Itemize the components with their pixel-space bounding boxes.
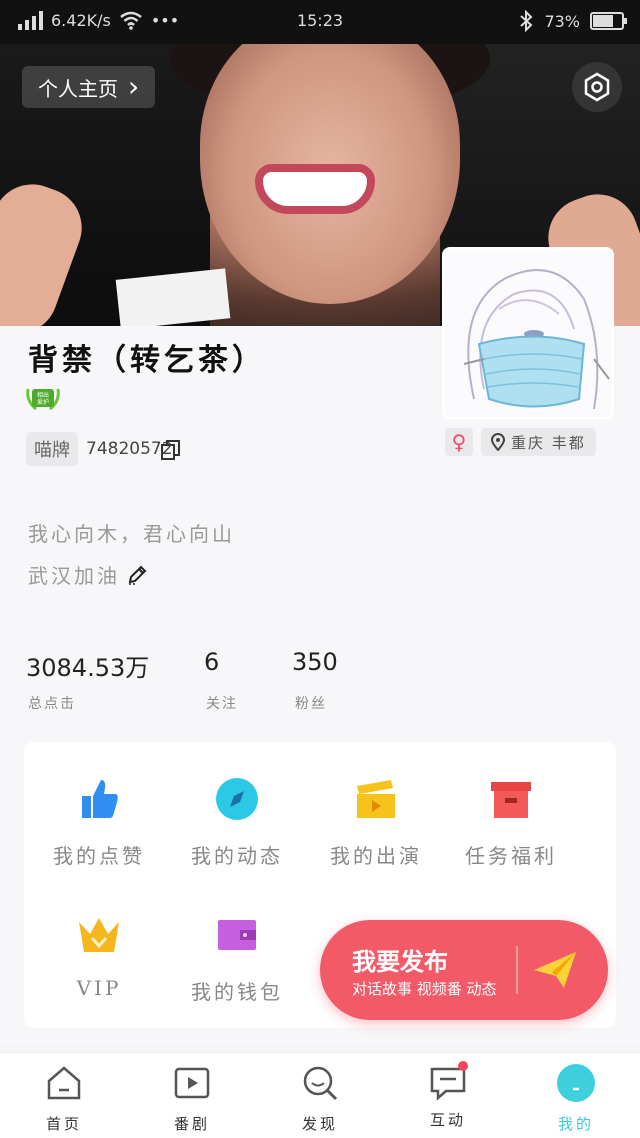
publish-divider xyxy=(516,946,518,994)
stat-following-value[interactable]: 6 xyxy=(204,648,219,676)
bio-text: 武汉加油 xyxy=(28,564,120,588)
grid-item-performances[interactable]: 我的出演 xyxy=(301,776,451,869)
grid-label: 任务福利 xyxy=(465,844,557,868)
tab-label: 互动 xyxy=(429,1111,466,1129)
grid-item-likes[interactable]: 我的点赞 xyxy=(24,776,174,869)
battery-percent: 73% xyxy=(544,11,580,31)
personal-homepage-button[interactable]: 个人主页 › xyxy=(22,66,156,108)
female-icon: ♀ xyxy=(451,430,467,454)
stat-fans-label: 粉丝 xyxy=(295,696,327,712)
laurel-badge-icon: 相出 爱护 xyxy=(26,388,60,411)
homepage-label: 个人主页 xyxy=(38,76,118,101)
tab-discover[interactable]: 发现 xyxy=(270,1063,370,1134)
play-icon xyxy=(174,1067,210,1099)
avatar[interactable] xyxy=(442,247,614,419)
settings-hexagon-icon xyxy=(584,72,610,102)
grid-label: 我的钱包 xyxy=(191,980,283,1004)
tab-label: 我的 xyxy=(557,1115,594,1133)
publish-subtitle: 对话故事 视频番 动态 xyxy=(352,980,497,998)
grid-item-vip[interactable]: VIP xyxy=(24,912,174,1000)
grid-label: 我的点赞 xyxy=(53,844,145,868)
chevron-right-icon: › xyxy=(128,70,140,103)
paper-plane-icon xyxy=(534,952,576,988)
stat-following-label: 关注 xyxy=(206,696,238,712)
tab-label: 发现 xyxy=(301,1115,338,1133)
notification-dot xyxy=(458,1061,468,1071)
nickname: 背禁（转乞茶） xyxy=(28,343,266,378)
tab-interaction[interactable]: 互动 xyxy=(398,1061,498,1130)
grid-label: VIP xyxy=(76,976,122,1000)
bio-line-2: 武汉加油 xyxy=(28,560,148,589)
grid-label: 我的出演 xyxy=(330,844,422,868)
crown-icon xyxy=(79,918,119,952)
badge-line2: 爱护 xyxy=(37,398,49,406)
stat-total-clicks-label: 总点击 xyxy=(28,696,76,712)
tab-anime[interactable]: 番剧 xyxy=(142,1063,242,1134)
clapperboard-icon xyxy=(357,780,395,818)
home-icon xyxy=(47,1066,81,1100)
gift-box-icon xyxy=(491,782,531,818)
tab-label: 番剧 xyxy=(173,1115,210,1133)
location-text: 重庆 丰都 xyxy=(511,433,586,452)
badge-line1: 相出 xyxy=(37,391,49,399)
grid-item-wallet[interactable]: 我的钱包 xyxy=(162,912,312,1005)
compass-icon xyxy=(216,778,258,820)
stat-fans-value[interactable]: 350 xyxy=(292,648,338,676)
id-tag: 喵牌 xyxy=(26,432,78,466)
status-bar: 6.42K/s ••• 15:23 73% xyxy=(0,0,640,44)
grid-item-activity[interactable]: 我的动态 xyxy=(162,776,312,869)
bio-line-1: 我心向木，君心向山 xyxy=(28,522,235,546)
search-icon xyxy=(303,1066,338,1101)
copy-icon[interactable] xyxy=(160,439,182,461)
location-tag: 重庆 丰都 xyxy=(481,428,596,456)
publish-button[interactable]: 我要发布 对话故事 视频番 动态 xyxy=(320,920,608,1020)
location-pin-icon xyxy=(491,433,505,451)
bluetooth-icon xyxy=(520,10,533,32)
edit-pencil-icon[interactable] xyxy=(126,564,148,586)
gender-tag: ♀ xyxy=(445,428,473,456)
tab-me[interactable]: 我的 xyxy=(526,1063,626,1134)
settings-button[interactable] xyxy=(572,62,622,112)
profile-icon xyxy=(557,1064,595,1102)
stat-total-clicks-value[interactable]: 3084.53万 xyxy=(26,648,149,683)
battery-icon xyxy=(590,12,627,30)
grid-label: 我的动态 xyxy=(191,844,283,868)
thumbs-up-icon xyxy=(82,780,118,818)
publish-title: 我要发布 xyxy=(352,948,448,976)
wallet-icon xyxy=(218,920,256,950)
tab-label: 首页 xyxy=(45,1115,82,1133)
tab-home[interactable]: 首页 xyxy=(14,1063,114,1134)
grid-item-rewards[interactable]: 任务福利 xyxy=(436,776,586,869)
bottom-tab-bar: 首页 番剧 发现 互动 我的 xyxy=(0,1052,640,1138)
